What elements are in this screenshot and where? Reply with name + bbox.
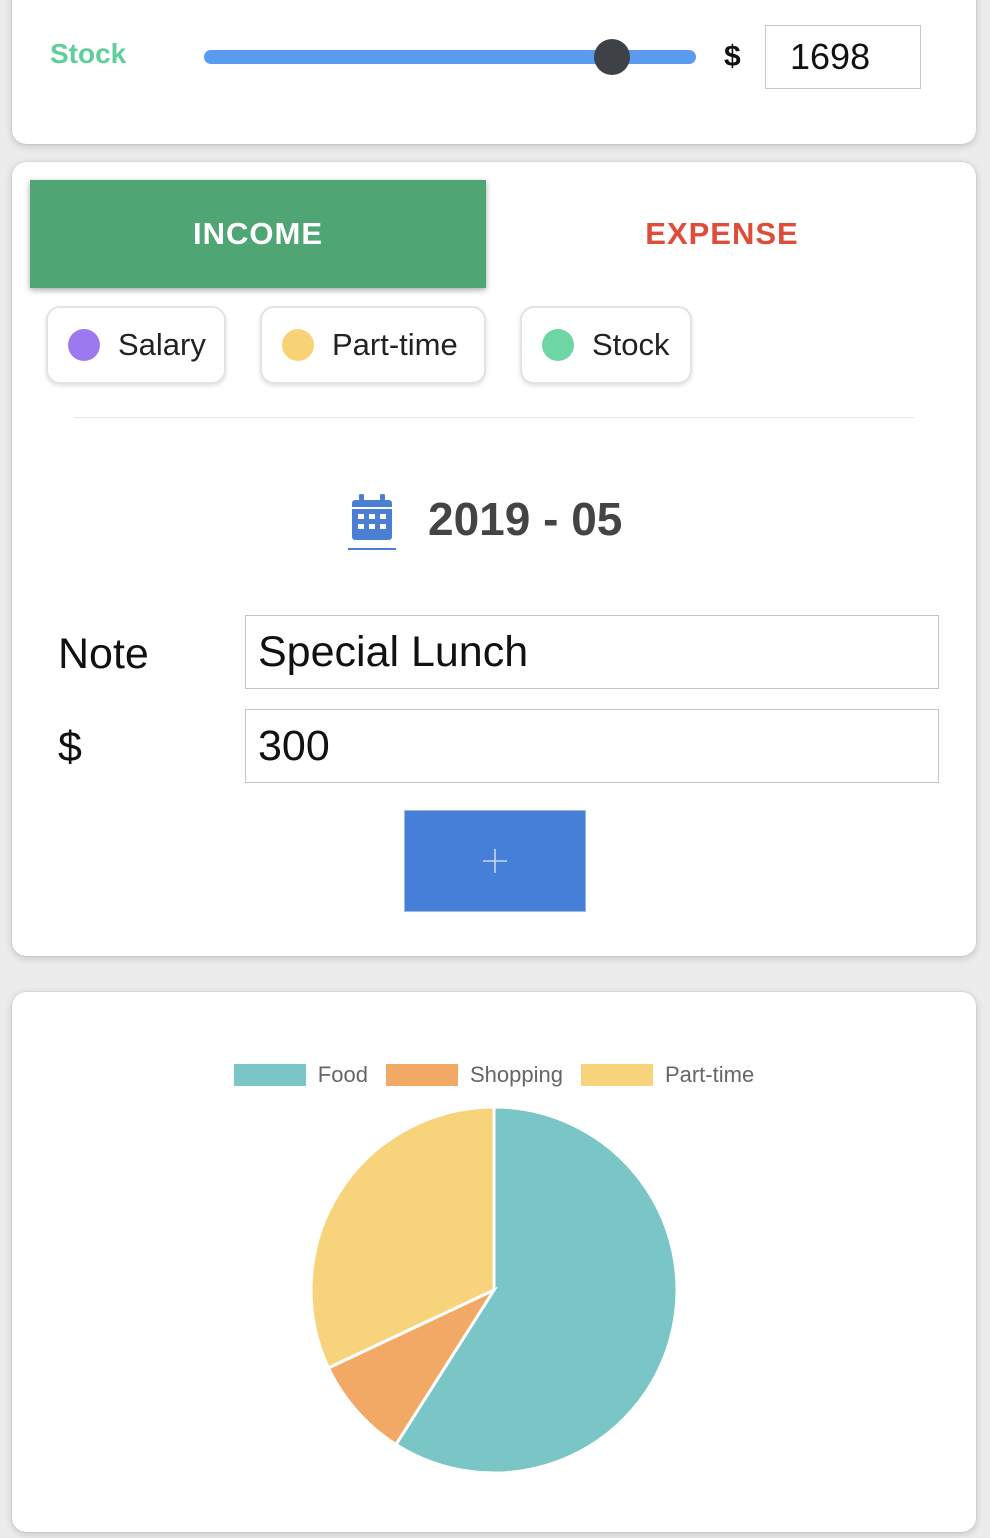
category-chip-stock[interactable]: Stock [520, 306, 692, 384]
tab-income[interactable]: INCOME [30, 180, 486, 288]
category-dot-icon [282, 329, 314, 361]
date-picker[interactable]: 2019 - 05 [344, 488, 664, 552]
category-label: Salary [118, 327, 206, 362]
note-input[interactable]: Special Lunch [245, 615, 939, 689]
tab-expense[interactable]: EXPENSE [494, 180, 950, 288]
category-chip-part-time[interactable]: Part-time [260, 306, 486, 384]
calendar-icon[interactable] [348, 492, 396, 550]
divider [74, 417, 914, 418]
plus-icon [483, 849, 507, 873]
selected-month: 2019 - 05 [428, 493, 623, 545]
slider-amount-input[interactable]: 1698 [765, 25, 921, 89]
category-dot-icon [68, 329, 100, 361]
currency-symbol: $ [724, 40, 741, 73]
stock-slider-card: Stock $ 1698 [12, 0, 976, 144]
amount-label: $ [58, 723, 82, 771]
category-label: Part-time [332, 327, 458, 362]
category-label: Stock [592, 327, 670, 362]
category-dot-icon [542, 329, 574, 361]
amount-input[interactable]: 300 [245, 709, 939, 783]
slider-label: Stock [50, 38, 127, 69]
add-button[interactable] [404, 810, 586, 912]
category-chip-salary[interactable]: Salary [46, 306, 226, 384]
slider-thumb[interactable] [594, 39, 631, 75]
transaction-form-card: INCOME EXPENSE Salary Part-time Stock 20… [12, 162, 976, 956]
note-label: Note [58, 630, 149, 678]
pie-chart [309, 1105, 679, 1475]
chart-card: Food Shopping Part-time [12, 992, 976, 1532]
